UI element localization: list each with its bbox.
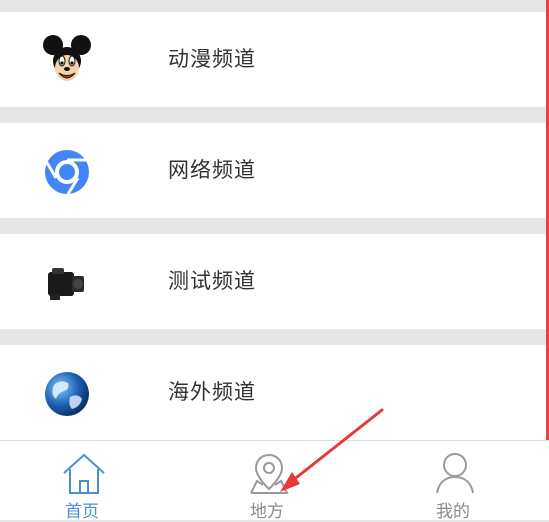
channel-label: 动漫频道 <box>168 47 256 71</box>
bottom-tab-bar: 首页 地方 我的 <box>0 440 549 522</box>
tab-home[interactable]: 首页 <box>22 441 142 522</box>
channel-label: 测试频道 <box>168 269 256 293</box>
chrome-browser-icon <box>44 150 89 195</box>
tab-me[interactable]: 我的 <box>393 441 513 522</box>
user-icon <box>436 453 474 494</box>
channel-item-network[interactable]: 网络频道 <box>0 123 546 218</box>
camera-icon <box>48 268 84 300</box>
channel-item-overseas[interactable]: 海外频道 <box>0 345 546 440</box>
tab-local[interactable]: 地方 <box>207 441 327 522</box>
channel-label: 网络频道 <box>168 158 256 182</box>
tab-label: 我的 <box>436 502 470 522</box>
tab-label: 地方 <box>250 502 284 522</box>
home-icon <box>63 453 105 494</box>
mickey-mouse-icon <box>43 35 91 81</box>
tab-label: 首页 <box>65 502 99 522</box>
channel-label: 海外频道 <box>168 380 256 404</box>
map-pin-icon <box>250 453 289 494</box>
globe-icon <box>45 372 89 416</box>
channel-item-anime[interactable]: 动漫频道 <box>0 12 546 107</box>
channel-item-test[interactable]: 测试频道 <box>0 234 546 329</box>
